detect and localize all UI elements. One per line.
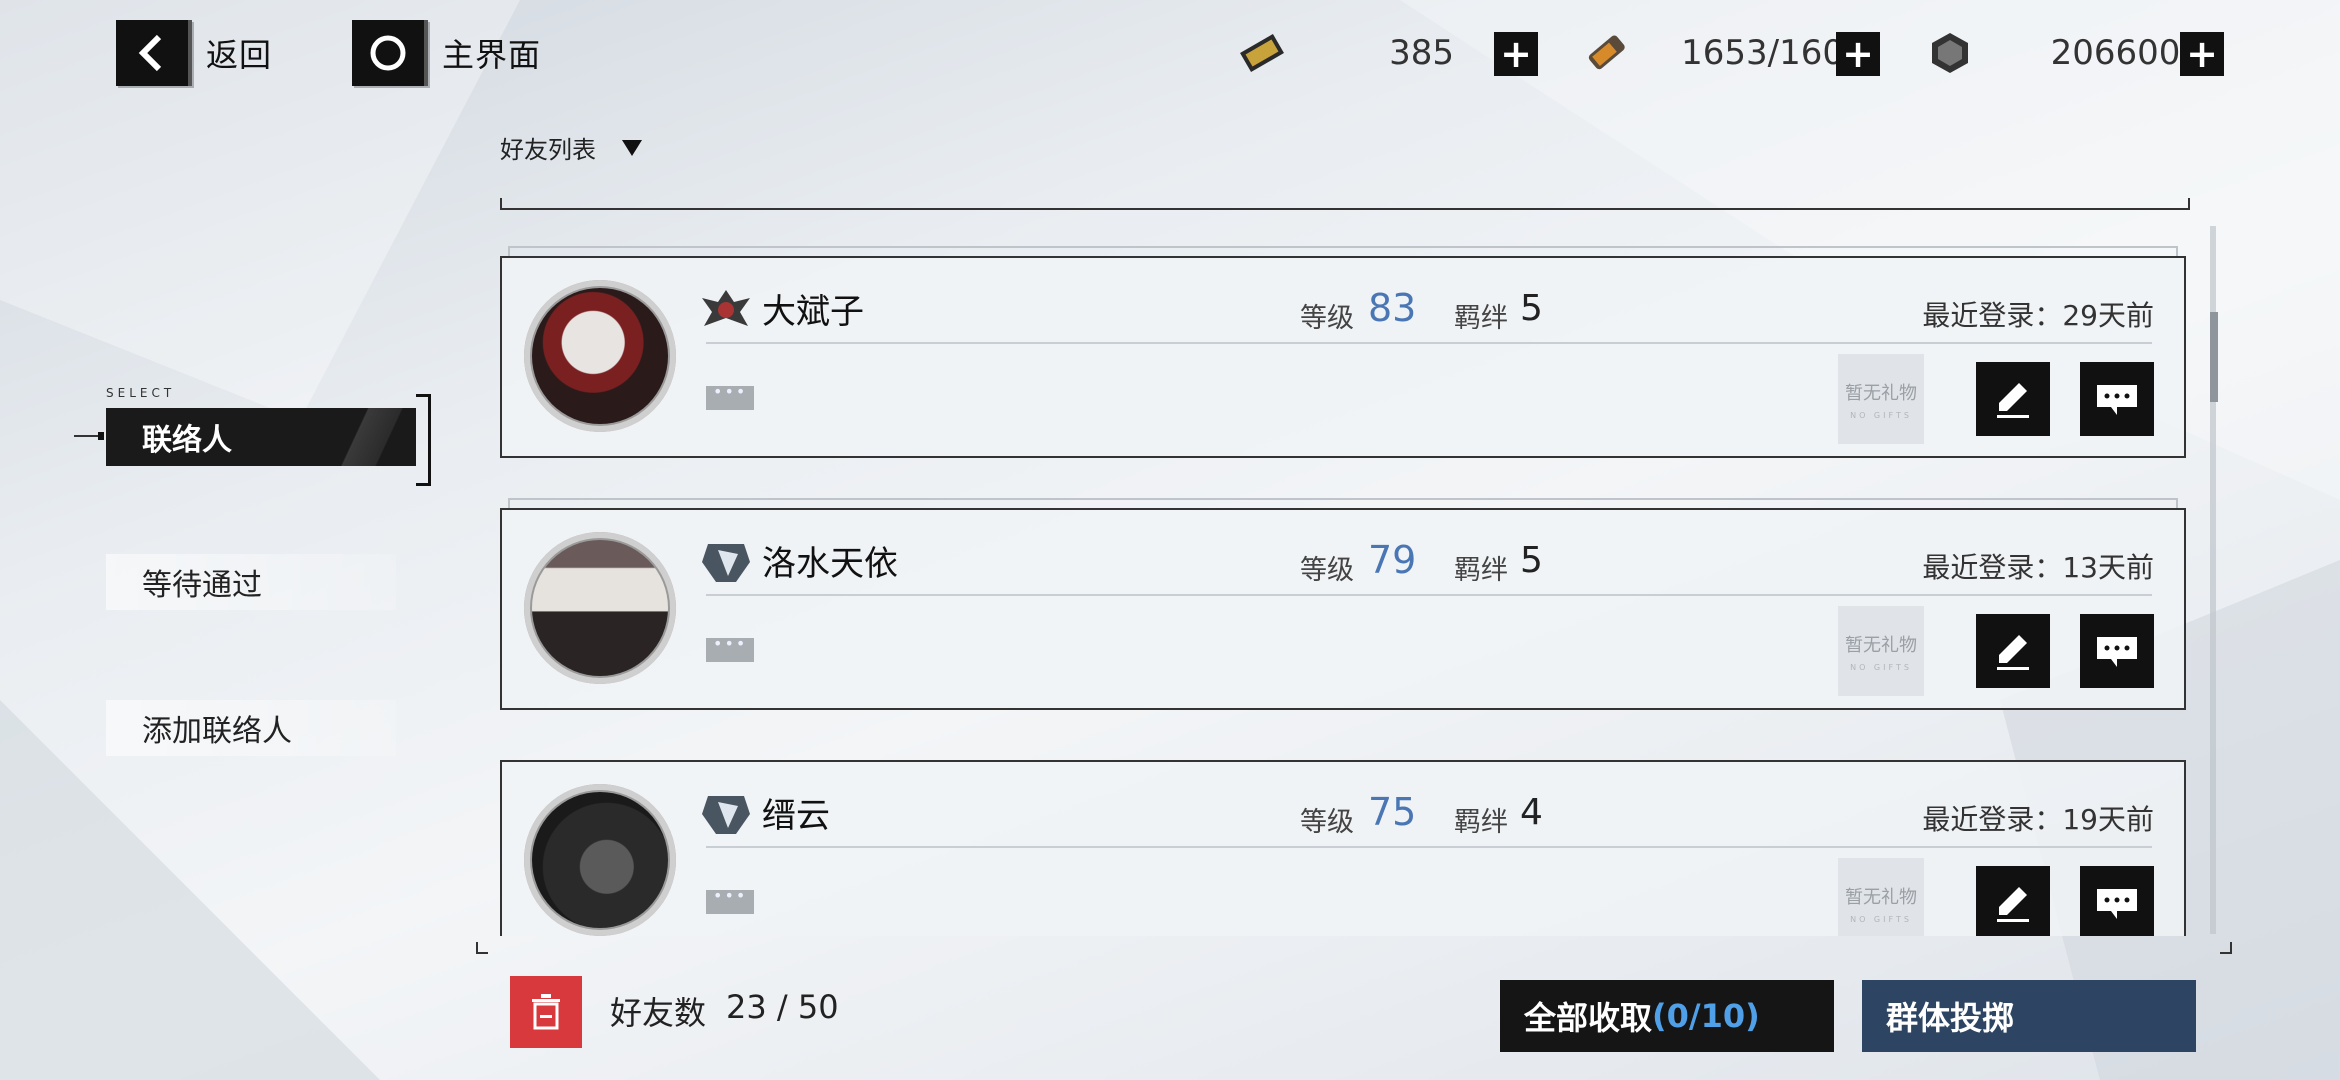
edit-note-button[interactable] — [1976, 866, 2050, 936]
scrollbar-thumb[interactable] — [2210, 312, 2218, 402]
avatar[interactable] — [524, 532, 676, 684]
rank-emblem-icon — [702, 290, 750, 326]
friend-card: 缙云 等级 75 羁绊 4 最近登录：19天前 暂无礼物 NO GIFTS — [500, 760, 2186, 936]
status-message-icon — [706, 886, 754, 914]
gift-text: 暂无礼物 — [1845, 382, 1917, 404]
resource-ticket: 385 — [1232, 26, 1454, 80]
divider — [706, 846, 2152, 848]
bond-label: 羁绊 — [1454, 807, 1508, 838]
sidebar-item-add-contact[interactable]: 添加联络人 — [106, 700, 396, 756]
gift-slot: 暂无礼物 NO GIFTS — [1838, 354, 1924, 444]
resource-battery: 1653/160 — [1576, 26, 1844, 80]
nav-indicator-dot — [98, 432, 104, 440]
avatar[interactable] — [524, 784, 676, 936]
friend-card-body: 缙云 等级 75 羁绊 4 最近登录：19天前 暂无礼物 NO GIFTS — [500, 760, 2186, 936]
gift-slot: 暂无礼物 NO GIFTS — [1838, 606, 1924, 696]
friend-count-value: 23 / 50 — [726, 988, 839, 1026]
friend-name: 缙云 — [762, 796, 830, 836]
pencil-icon — [1997, 635, 2029, 670]
add-battery-button[interactable]: + — [1836, 32, 1880, 76]
resource-coin: 2066000 — [1920, 26, 2202, 80]
ticket-value: 385 — [1389, 33, 1454, 73]
level-value: 75 — [1368, 790, 1417, 834]
last-login: 最近登录：19天前 — [1922, 803, 2154, 836]
home-button[interactable]: 主界面 — [352, 18, 541, 88]
bond-label: 羁绊 — [1454, 555, 1508, 586]
pencil-icon — [1997, 887, 2029, 922]
home-label: 主界面 — [442, 36, 542, 74]
circle-home-icon — [352, 20, 428, 86]
battery-value: 1653/160 — [1681, 33, 1844, 73]
list-frame-top — [500, 198, 2190, 210]
level-label: 等级 — [1300, 807, 1354, 838]
delete-friend-button[interactable] — [510, 976, 582, 1048]
sidebar-item-contacts[interactable]: 联络人 — [106, 408, 416, 466]
sidebar-item-label: 等待通过 — [142, 568, 262, 603]
gift-subtext: NO GIFTS — [1850, 662, 1912, 672]
level-label: 等级 — [1300, 303, 1354, 334]
gift-subtext: NO GIFTS — [1850, 914, 1912, 924]
trash-icon — [532, 994, 560, 1030]
claim-all-label: 全部收取 — [1524, 999, 1653, 1037]
group-send-label: 群体投掷 — [1886, 999, 2015, 1037]
rank-emblem-icon — [702, 544, 750, 582]
friend-card-body: 洛水天依 等级 79 羁绊 5 最近登录：13天前 暂无礼物 NO GIFTS — [500, 508, 2186, 710]
frame-corner — [2220, 942, 2232, 954]
level-value: 79 — [1368, 538, 1417, 582]
coin-value: 2066000 — [2050, 33, 2202, 73]
chat-button[interactable] — [2080, 614, 2154, 688]
bond-value: 4 — [1520, 792, 1543, 833]
pencil-icon — [1997, 383, 2029, 418]
gift-text: 暂无礼物 — [1845, 634, 1917, 656]
edit-note-button[interactable] — [1976, 614, 2050, 688]
level-label: 等级 — [1300, 555, 1354, 586]
back-label: 返回 — [206, 36, 273, 74]
claim-all-button[interactable]: 全部收取 (0/10) — [1500, 980, 1834, 1052]
claim-all-count: (0/10) — [1652, 997, 1760, 1035]
friend-card-body: 大斌子 等级 83 羁绊 5 最近登录：29天前 暂无礼物 NO GIFTS — [500, 256, 2186, 458]
chat-button[interactable] — [2080, 866, 2154, 936]
gift-text: 暂无礼物 — [1845, 886, 1917, 908]
status-message-icon — [706, 634, 754, 662]
chat-button[interactable] — [2080, 362, 2154, 436]
level-value: 83 — [1368, 286, 1417, 330]
coin-icon — [1920, 26, 1980, 80]
bond-value: 5 — [1520, 540, 1543, 581]
gift-subtext: NO GIFTS — [1850, 410, 1912, 420]
add-ticket-button[interactable]: + — [1494, 32, 1538, 76]
battery-icon — [1576, 26, 1636, 80]
status-message-icon — [706, 382, 754, 410]
rank-emblem-icon — [702, 796, 750, 834]
last-login: 最近登录：29天前 — [1922, 299, 2154, 332]
sidebar-item-label: 联络人 — [142, 423, 232, 458]
chevron-left-icon — [116, 20, 192, 86]
select-caption: SELECT — [106, 386, 176, 400]
friend-name: 大斌子 — [762, 292, 864, 332]
chat-bubble-icon — [2097, 637, 2137, 667]
divider — [706, 594, 2152, 596]
back-button[interactable]: 返回 — [116, 18, 272, 88]
avatar[interactable] — [524, 280, 676, 432]
sidebar-item-label: 添加联络人 — [142, 714, 292, 749]
dropdown-label: 好友列表 — [500, 136, 596, 164]
group-send-button[interactable]: 群体投掷 — [1862, 980, 2196, 1052]
divider — [706, 342, 2152, 344]
gift-slot: 暂无礼物 NO GIFTS — [1838, 858, 1924, 936]
frame-corner — [476, 942, 488, 954]
bond-label: 羁绊 — [1454, 303, 1508, 334]
ticket-icon — [1232, 26, 1292, 80]
chat-bubble-icon — [2097, 889, 2137, 919]
friend-count-label: 好友数 — [610, 994, 707, 1032]
friend-name: 洛水天依 — [762, 544, 898, 584]
list-filter-dropdown[interactable]: 好友列表 — [500, 130, 642, 165]
edit-note-button[interactable] — [1976, 362, 2050, 436]
triangle-down-icon — [622, 139, 642, 156]
last-login: 最近登录：13天前 — [1922, 551, 2154, 584]
selection-bracket — [416, 394, 431, 486]
add-coin-button[interactable]: + — [2180, 32, 2224, 76]
sidebar-item-pending[interactable]: 等待通过 — [106, 554, 396, 610]
chat-bubble-icon — [2097, 385, 2137, 415]
bond-value: 5 — [1520, 288, 1543, 329]
